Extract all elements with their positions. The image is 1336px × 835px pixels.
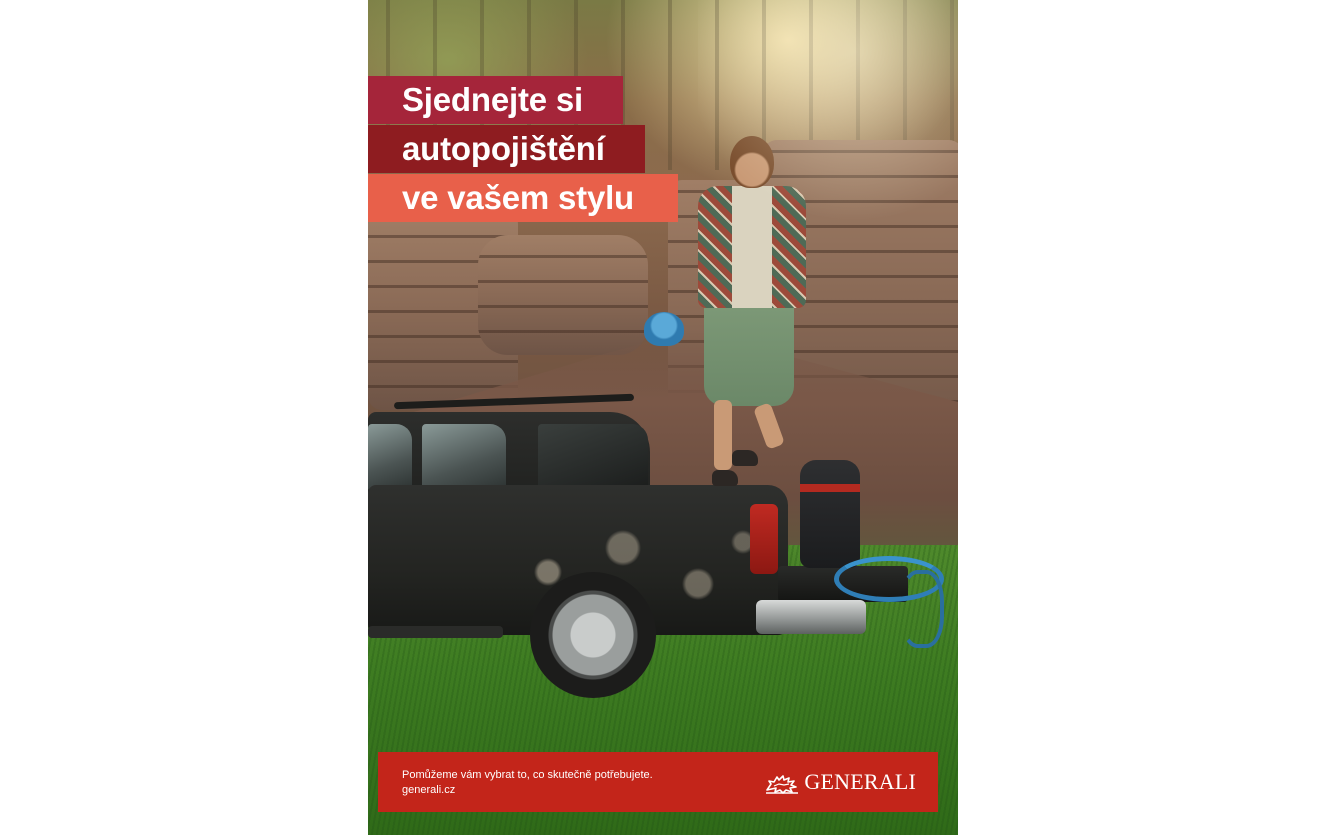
climbing-helmet [644, 312, 684, 346]
sandstone-rock-middle [478, 235, 648, 355]
hiking-backpack [800, 460, 860, 568]
hiker-trousers [704, 296, 794, 406]
advertisement: Sjednejte si autopojištění ve vašem styl… [368, 0, 958, 835]
footer-tagline: Pomůžeme vám vybrat to, co skutečně potř… [402, 769, 653, 781]
truck-front-window [368, 424, 412, 490]
climbing-rope-hanging [900, 570, 944, 648]
truck-wheel [530, 572, 656, 698]
truck-rear-bumper [756, 600, 866, 634]
truck-running-board [368, 626, 503, 638]
backpack-strap [800, 484, 860, 492]
truck-taillight [750, 504, 778, 574]
headline-line-3: ve vašem stylu [368, 174, 678, 222]
hiker-left-shoe [712, 470, 738, 486]
footer-bar: Pomůžeme vám vybrat to, co skutečně potř… [378, 752, 938, 812]
hiker-right-shoe [732, 450, 758, 466]
generali-wordmark: GENERALI [804, 769, 916, 794]
generali-logo: GENERALI [765, 767, 916, 797]
sun-flare [698, 0, 958, 260]
footer-website-link[interactable]: generali.cz [402, 783, 653, 798]
headline-line-1: Sjednejte si [368, 76, 623, 124]
truck-rear-window [538, 424, 648, 490]
hiker-left-calf [714, 400, 732, 470]
footer-text: Pomůžeme vám vybrat to, co skutečně potř… [402, 768, 653, 798]
generali-lion-icon [766, 775, 799, 794]
truck-side-window [422, 424, 506, 490]
headline-line-2: autopojištění [368, 125, 645, 173]
